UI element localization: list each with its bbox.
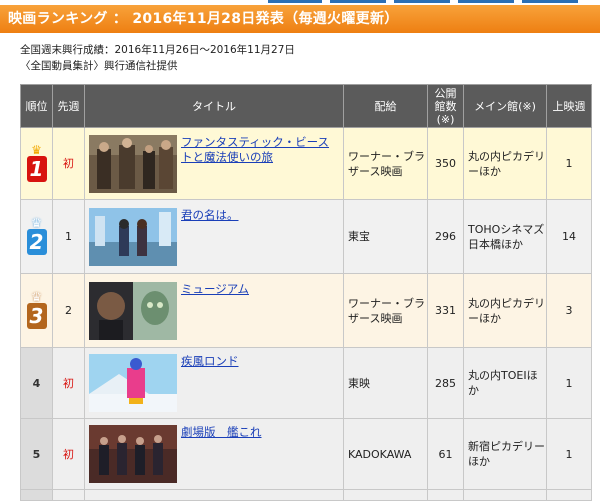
movie-thumbnail[interactable] (89, 281, 177, 340)
col-header-weeks: 上映週 (546, 84, 592, 128)
col-header-distributor: 配給 (343, 84, 428, 128)
weeks-cell: 14 (546, 199, 592, 274)
distributor-cell: 東宝 (343, 199, 428, 274)
nav-tab[interactable] (330, 0, 386, 3)
movie-thumbnail[interactable] (89, 207, 177, 266)
distributor-cell: 東映 (343, 347, 428, 419)
rank-number: 5 (20, 418, 53, 490)
rank-cell (20, 489, 53, 501)
col-header-prev: 先週 (52, 84, 85, 128)
weeks-cell (546, 489, 592, 501)
distributor-cell: ワーナー・ブラザース映画 (343, 127, 428, 200)
distributor-cell: KADOKAWA (343, 418, 428, 490)
rank-cell: ♛ 3 (20, 273, 53, 348)
weeks-cell: 3 (546, 273, 592, 348)
table-header-row: 順位 先週 タイトル 配給 公開館数(※) メイン館(※) 上映週 (20, 84, 592, 128)
movie-thumbnail[interactable] (89, 425, 177, 483)
top-nav-strip (0, 0, 600, 3)
movie-title-link[interactable]: ミュージアム (181, 282, 249, 297)
movie-title-link[interactable]: 君の名は。 (181, 208, 239, 223)
rank-number: 3 (26, 302, 47, 329)
col-header-screens: 公開館数(※) (427, 84, 464, 128)
ranking-header: 映画ランキング ： 2016年11月28日発表（毎週火曜更新） (0, 5, 600, 33)
table-row (20, 489, 592, 501)
screens-cell (427, 489, 464, 501)
prev-week-cell: 2 (52, 273, 85, 348)
main-theater-cell: 丸の内ピカデリーほか (463, 127, 547, 200)
nav-tab[interactable] (268, 0, 322, 3)
movie-thumbnail[interactable] (89, 354, 177, 412)
prev-week-cell: 初 (52, 418, 85, 490)
movie-title-link[interactable]: 疾風ロンド (181, 354, 239, 369)
crown-icon: ♛ (31, 289, 42, 304)
main-theater-cell (463, 489, 547, 501)
title-cell (84, 489, 344, 501)
title-cell: ファンタスティック・ビーストと魔法使いの旅 (84, 127, 344, 200)
movie-title-link[interactable]: 劇場版 艦これ (181, 425, 262, 440)
crown-icon: ♛ (31, 142, 42, 157)
weeks-cell: 1 (546, 127, 592, 200)
source-text: 〈全国動員集計〉興行通信社提供 (20, 60, 178, 72)
rank-badge-gold: ♛ 1 (26, 144, 48, 184)
col-header-main-theater: メイン館(※) (463, 84, 547, 128)
nav-tab[interactable] (458, 0, 514, 3)
table-row: 5 初 劇場版 艦これ KADOKAWA 61 新宿ピカデリーほか 1 (20, 418, 592, 490)
prev-week-cell (52, 489, 85, 501)
col-header-rank: 順位 (20, 84, 53, 128)
weeks-cell: 1 (546, 347, 592, 419)
title-cell: 劇場版 艦これ (84, 418, 344, 490)
info-block: 全国週末興行成績：2016年11月26日～2016年11月27日 〈全国動員集計… (20, 42, 295, 74)
ranking-table: 順位 先週 タイトル 配給 公開館数(※) メイン館(※) 上映週 ♛ 1 初 (20, 84, 592, 501)
rank-number: 4 (20, 347, 53, 419)
prev-week-cell: 初 (52, 127, 85, 200)
main-theater-cell: 新宿ピカデリーほか (463, 418, 547, 490)
movie-thumbnail[interactable] (89, 134, 177, 193)
rank-number: 2 (26, 228, 47, 255)
prev-week-cell: 初 (52, 347, 85, 419)
rank-badge-silver: ♛ 2 (26, 217, 48, 257)
screens-cell: 296 (427, 199, 464, 274)
screens-cell: 350 (427, 127, 464, 200)
title-cell: ミュージアム (84, 273, 344, 348)
table-row: ♛ 1 初 ファンタスティック・ビーストと魔法使いの旅 ワーナー・ブラザース映画… (20, 127, 592, 200)
nav-tab[interactable] (522, 0, 578, 3)
table-row: ♛ 2 1 君の名は。 東宝 296 TOHOシネマズ日本橋ほか 14 (20, 199, 592, 274)
distributor-cell (343, 489, 428, 501)
rank-cell: ♛ 2 (20, 199, 53, 274)
distributor-cell: ワーナー・ブラザース映画 (343, 273, 428, 348)
rank-badge-bronze: ♛ 3 (26, 291, 48, 331)
screens-cell: 285 (427, 347, 464, 419)
main-theater-cell: 丸の内ピカデリーほか (463, 273, 547, 348)
rank-cell: ♛ 1 (20, 127, 53, 200)
nav-tab[interactable] (394, 0, 450, 3)
prev-week-cell: 1 (52, 199, 85, 274)
main-theater-cell: TOHOシネマズ日本橋ほか (463, 199, 547, 274)
title-cell: 疾風ロンド (84, 347, 344, 419)
crown-icon: ♛ (31, 215, 42, 230)
table-row: 4 初 疾風ロンド 東映 285 丸の内TOEIほか 1 (20, 347, 592, 419)
col-header-title: タイトル (84, 84, 344, 128)
movie-title-link[interactable]: ファンタスティック・ビーストと魔法使いの旅 (181, 135, 339, 165)
screens-cell: 61 (427, 418, 464, 490)
title-cell: 君の名は。 (84, 199, 344, 274)
weeks-cell: 1 (546, 418, 592, 490)
period-text: 全国週末興行成績：2016年11月26日～2016年11月27日 (20, 44, 295, 56)
main-theater-cell: 丸の内TOEIほか (463, 347, 547, 419)
table-row: ♛ 3 2 ミュージアム ワーナー・ブラザース映画 331 丸の内ピカデリーほか… (20, 273, 592, 348)
screens-cell: 331 (427, 273, 464, 348)
rank-number: 1 (26, 155, 47, 182)
